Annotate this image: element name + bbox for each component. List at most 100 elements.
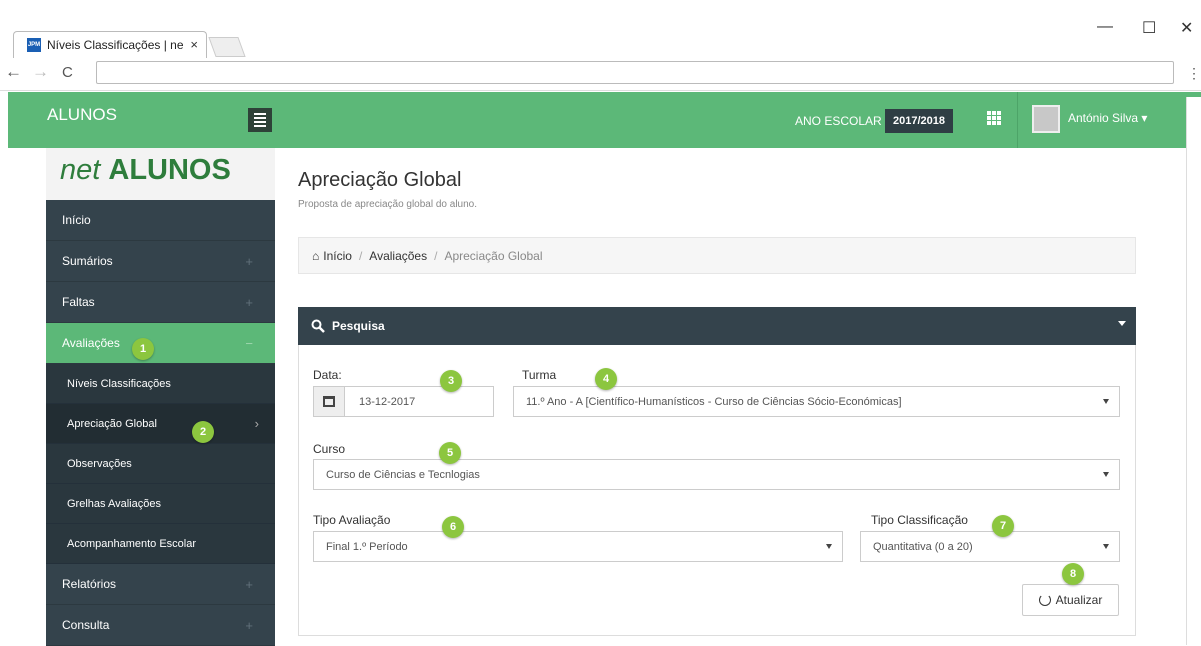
chevron-down-icon bbox=[826, 544, 832, 549]
page-subtitle: Proposta de apreciação global do aluno. bbox=[298, 199, 478, 210]
sidebar-subitem-label: Observações bbox=[67, 457, 132, 470]
sidebar-subitem-niveis[interactable]: Níveis Classificações bbox=[46, 364, 275, 404]
search-icon bbox=[311, 319, 325, 333]
sidebar-item-relatorios[interactable]: Relatórios + bbox=[46, 564, 275, 605]
new-tab-button[interactable] bbox=[208, 37, 246, 57]
tab-title: Níveis Classificações | ne bbox=[47, 38, 184, 52]
chevron-down-icon bbox=[1103, 472, 1109, 477]
breadcrumb-current: Apreciação Global bbox=[444, 248, 543, 263]
sidebar-menu: Início Sumários + Faltas + Avaliações − … bbox=[46, 200, 275, 646]
tipo-classificacao-label: Tipo Classificação bbox=[871, 513, 968, 527]
callout-badge-7: 7 bbox=[992, 515, 1014, 537]
callout-badge-1: 1 bbox=[132, 338, 154, 360]
tipo-classificacao-select[interactable]: Quantitativa (0 a 20) bbox=[860, 531, 1120, 562]
curso-value: Curso de Ciências e Tecnlogias bbox=[326, 468, 480, 481]
sidebar-item-consulta[interactable]: Consulta + bbox=[46, 605, 275, 646]
panel-title: Pesquisa bbox=[332, 319, 385, 333]
sidebar-subitem-label: Níveis Classificações bbox=[67, 377, 171, 390]
sidebar-subitem-acompanhamento[interactable]: Acompanhamento Escolar bbox=[46, 524, 275, 564]
expand-icon: + bbox=[245, 253, 253, 269]
sidebar: net ALUNOS Início Sumários + Faltas + Av… bbox=[46, 148, 275, 646]
avatar[interactable] bbox=[1032, 105, 1060, 133]
turma-select[interactable]: 11.º Ano - A [Científico-Humanísticos - … bbox=[513, 386, 1120, 417]
brand-net: net bbox=[60, 154, 101, 186]
sidebar-item-sumarios[interactable]: Sumários + bbox=[46, 241, 275, 282]
reload-icon[interactable]: C bbox=[62, 64, 73, 81]
scrollbar[interactable] bbox=[1186, 97, 1201, 645]
date-value: 13-12-2017 bbox=[359, 395, 416, 408]
header-divider bbox=[1017, 92, 1018, 148]
brand-logo: net ALUNOS bbox=[60, 154, 231, 187]
maximize-icon[interactable]: ☐ bbox=[1142, 18, 1156, 38]
sidebar-item-faltas[interactable]: Faltas + bbox=[46, 282, 275, 323]
breadcrumb-separator: / bbox=[434, 248, 438, 263]
collapse-icon: − bbox=[245, 335, 253, 351]
chevron-down-icon bbox=[1103, 399, 1109, 404]
expand-icon: + bbox=[245, 576, 253, 592]
menu-toggle-icon[interactable] bbox=[248, 108, 272, 132]
browser-chrome: JPM Níveis Classificações | ne × — ☐ ✕ ←… bbox=[0, 0, 1201, 91]
callout-badge-3: 3 bbox=[440, 370, 462, 392]
sidebar-subitem-label: Acompanhamento Escolar bbox=[67, 537, 197, 550]
callout-badge-2: 2 bbox=[192, 421, 214, 443]
callout-badge-5: 5 bbox=[439, 442, 461, 464]
sidebar-item-label: Avaliações bbox=[62, 336, 120, 350]
date-label: Data: bbox=[313, 368, 342, 382]
browser-menu-icon[interactable]: ⋮ bbox=[1187, 65, 1201, 82]
tab-close-icon[interactable]: × bbox=[190, 37, 198, 52]
tipo-classificacao-value: Quantitativa (0 a 20) bbox=[873, 540, 973, 553]
atualizar-label: Atualizar bbox=[1055, 593, 1103, 607]
callout-badge-6: 6 bbox=[442, 516, 464, 538]
breadcrumb-avaliacoes[interactable]: Avaliações bbox=[369, 249, 427, 263]
page-title: Apreciação Global bbox=[298, 169, 462, 191]
back-icon[interactable]: ← bbox=[5, 62, 22, 82]
sidebar-item-label: Sumários bbox=[62, 254, 113, 268]
callout-badge-4: 4 bbox=[595, 368, 617, 390]
app-header: ALUNOS ANO ESCOLAR 2017/2018 António Sil… bbox=[8, 92, 1201, 148]
address-bar[interactable] bbox=[96, 61, 1174, 84]
school-year-value[interactable]: 2017/2018 bbox=[885, 109, 953, 133]
sidebar-item-label: Início bbox=[62, 213, 91, 227]
browser-tab[interactable]: JPM Níveis Classificações | ne × bbox=[13, 31, 207, 58]
sidebar-subitem-label: Apreciação Global bbox=[67, 417, 157, 430]
tipo-avaliacao-label: Tipo Avaliação bbox=[313, 513, 391, 527]
tipo-avaliacao-select[interactable]: Final 1.º Período bbox=[313, 531, 843, 562]
app-title: ALUNOS bbox=[47, 105, 117, 124]
turma-label: Turma bbox=[522, 368, 557, 382]
chevron-right-icon: › bbox=[254, 416, 259, 431]
forward-icon[interactable]: → bbox=[32, 62, 49, 82]
sidebar-item-label: Faltas bbox=[62, 295, 95, 309]
callout-badge-8: 8 bbox=[1062, 563, 1084, 585]
breadcrumb-home[interactable]: Início bbox=[323, 249, 352, 263]
curso-label: Curso bbox=[313, 442, 346, 456]
atualizar-button[interactable]: Atualizar bbox=[1022, 584, 1119, 616]
date-field[interactable]: 13-12-2017 bbox=[313, 386, 494, 417]
home-icon[interactable]: ⌂ bbox=[312, 249, 319, 263]
sidebar-subitem-label: Grelhas Avaliações bbox=[67, 497, 161, 510]
sidebar-subitem-apreciacao[interactable]: Apreciação Global › bbox=[46, 404, 275, 444]
caret-down-icon[interactable] bbox=[1118, 321, 1126, 326]
sidebar-item-avaliacoes[interactable]: Avaliações − bbox=[46, 323, 275, 364]
search-panel-header[interactable]: Pesquisa bbox=[298, 307, 1136, 345]
expand-icon: + bbox=[245, 617, 253, 633]
expand-icon: + bbox=[245, 294, 253, 310]
curso-select[interactable]: Curso de Ciências e Tecnlogias bbox=[313, 459, 1120, 490]
brand-alunos: ALUNOS bbox=[108, 154, 231, 186]
calendar-icon[interactable] bbox=[314, 387, 345, 416]
favicon-icon: JPM bbox=[27, 38, 41, 52]
apps-grid-icon[interactable] bbox=[987, 111, 1001, 125]
sidebar-item-inicio[interactable]: Início bbox=[46, 200, 275, 241]
user-menu[interactable]: António Silva ▾ bbox=[1068, 111, 1147, 125]
chevron-down-icon bbox=[1103, 544, 1109, 549]
refresh-icon bbox=[1038, 594, 1051, 606]
breadcrumb: ⌂ Início / Avaliações / Apreciação Globa… bbox=[298, 237, 1136, 274]
tipo-avaliacao-value: Final 1.º Período bbox=[326, 540, 408, 553]
minimize-icon[interactable]: — bbox=[1097, 18, 1113, 36]
sidebar-item-label: Consulta bbox=[62, 618, 110, 632]
turma-value: 11.º Ano - A [Científico-Humanísticos - … bbox=[526, 395, 902, 408]
sidebar-subitem-grelhas[interactable]: Grelhas Avaliações bbox=[46, 484, 275, 524]
sidebar-item-label: Relatórios bbox=[62, 577, 117, 591]
sidebar-subitem-observacoes[interactable]: Observações bbox=[46, 444, 275, 484]
close-window-icon[interactable]: ✕ bbox=[1180, 18, 1193, 38]
breadcrumb-separator: / bbox=[358, 248, 363, 263]
